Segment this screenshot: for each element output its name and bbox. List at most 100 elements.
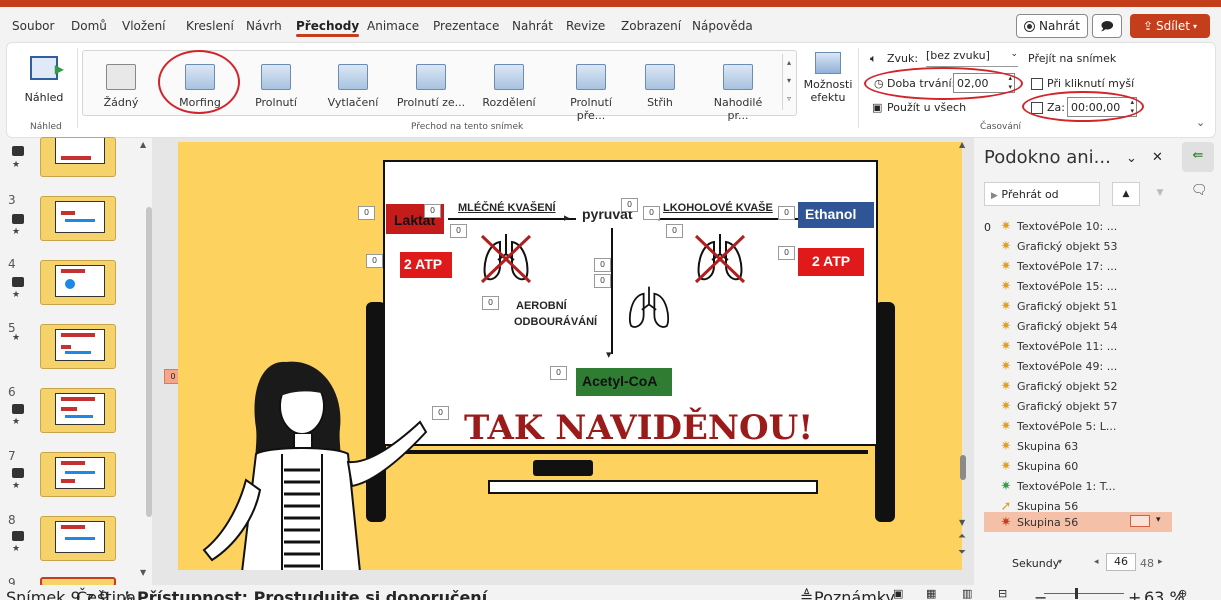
slide-canvas[interactable]: Laktát Ethanol MLÉČNÉ KVAŠENÍ pyruvát LK…: [178, 142, 962, 570]
zoom-slider-thumb[interactable]: [1075, 588, 1078, 599]
slide-thumbnail[interactable]: [40, 196, 116, 241]
tab-nahrat[interactable]: Nahrát: [512, 19, 553, 33]
record-button[interactable]: Nahrát: [1016, 14, 1088, 38]
slide-thumbnail[interactable]: [40, 388, 116, 433]
animation-item[interactable]: ✷ TextovéPole 5: L...: [999, 419, 1117, 434]
chevron-down-icon[interactable]: ▾: [1156, 515, 1161, 525]
chevron-down-icon[interactable]: ⌄: [1126, 151, 1137, 166]
animation-item[interactable]: ✷ TextovéPole 11: ...: [999, 339, 1118, 354]
animation-item[interactable]: ✷ Skupina 60: [999, 459, 1079, 474]
sound-select[interactable]: [bez zvuku] ⌄: [926, 49, 1018, 67]
animation-item[interactable]: ✷ TextovéPole 1: T...: [999, 479, 1116, 494]
timing-bar[interactable]: [1130, 515, 1150, 527]
aerobic-label-line2: ODBOURÁVÁNÍ: [514, 316, 598, 328]
accessibility-status[interactable]: Přístupnost: Prostudujte si doporučení: [137, 588, 487, 600]
transition-reveal[interactable]: Prolnutí pře...: [556, 56, 626, 122]
annotation-circle: [864, 67, 1023, 100]
tab-kresleni[interactable]: Kreslení: [186, 19, 234, 33]
arrow-down: [611, 228, 613, 354]
transition-wipe[interactable]: Prolnutí ze...: [396, 56, 466, 109]
slide-thumbnail[interactable]: [40, 324, 116, 369]
animation-item[interactable]: ✷ Grafický objekt 52: [999, 379, 1118, 394]
aerobic-label-line1: AEROBNÍ: [516, 300, 567, 312]
tab-soubor[interactable]: Soubor: [12, 19, 54, 33]
slide-thumbnail[interactable]: [40, 516, 116, 561]
chevron-down-icon: ▾: [1193, 21, 1198, 31]
animation-pane-toggle[interactable]: ⇚: [1182, 142, 1214, 172]
animation-item-label-selected: ✷ Skupina 56: [1000, 515, 1079, 530]
tab-domu[interactable]: Domů: [71, 19, 107, 33]
share-button[interactable]: ⇪ Sdílet ▾: [1130, 14, 1210, 38]
slide-sorter-icon[interactable]: ▦: [926, 587, 936, 600]
apply-all-button[interactable]: Použít u všech: [887, 101, 966, 114]
arrow-right: [658, 218, 798, 220]
normal-view-icon[interactable]: ▣: [893, 587, 903, 600]
transition-push[interactable]: Vytlačení: [318, 56, 388, 109]
reading-view-icon[interactable]: ▥: [962, 587, 972, 600]
transition-label: Žádný: [103, 96, 139, 109]
transition-fade[interactable]: Prolnutí: [241, 56, 311, 109]
slide-thumbnail[interactable]: [40, 137, 116, 177]
on-click-checkbox[interactable]: [1031, 78, 1043, 90]
comments-button[interactable]: 🗩: [1092, 14, 1122, 38]
comments-pane-icon[interactable]: 🗨: [1191, 183, 1208, 198]
tab-zobrazeni[interactable]: Zobrazení: [621, 19, 681, 33]
tab-prechody[interactable]: Přechody: [296, 19, 360, 37]
play-from-button[interactable]: ▶ Přehrát od: [984, 182, 1100, 206]
tab-navrh[interactable]: Návrh: [246, 19, 282, 33]
slide-scrollbar[interactable]: [960, 455, 966, 480]
animation-item[interactable]: ✷ TextovéPole 10: ...: [999, 219, 1118, 234]
slideshow-icon[interactable]: ⊟: [998, 587, 1007, 600]
record-label: Nahrát: [1039, 19, 1080, 33]
zoom-in-icon[interactable]: +: [1128, 588, 1141, 600]
animation-item[interactable]: ✷ Grafický objekt 51: [999, 299, 1118, 314]
zoom-out-icon[interactable]: −: [1034, 588, 1047, 600]
transition-split[interactable]: Rozdělení: [474, 56, 544, 109]
move-down-button[interactable]: ▼: [1146, 182, 1174, 206]
scroll-down-icon[interactable]: ▼: [959, 518, 965, 527]
close-icon[interactable]: ✕: [1152, 150, 1163, 165]
gallery-scroller[interactable]: ▴ ▾ ▿: [782, 54, 795, 110]
animation-item[interactable]: ✷ TextovéPole 17: ...: [999, 259, 1118, 274]
zoom-in-timeline-icon[interactable]: ▸: [1158, 557, 1163, 567]
collapse-ribbon-icon[interactable]: ⌄: [1196, 116, 1205, 129]
alcohol-fermentation-label: LKOHOLOVÉ KVAŠE: [663, 202, 773, 214]
comment-icon: [12, 277, 24, 287]
animation-item[interactable]: ✷ Skupina 63: [999, 439, 1079, 454]
move-up-button[interactable]: ▲: [1112, 182, 1140, 206]
star-icon: ✷: [1000, 219, 1012, 234]
next-slide-icon[interactable]: ⏷: [958, 547, 966, 558]
scroll-down-icon[interactable]: ▼: [140, 568, 146, 577]
star-icon: ✷: [1000, 279, 1012, 294]
on-click-label: Při kliknutí myší: [1047, 77, 1135, 90]
tab-animace[interactable]: Animace: [367, 19, 419, 33]
transition-none[interactable]: Žádný: [86, 56, 156, 109]
slide-thumbnail[interactable]: [40, 260, 116, 305]
slide-thumbnail[interactable]: [40, 452, 116, 497]
animation-item[interactable]: ✷ TextovéPole 49: ...: [999, 359, 1118, 374]
zoom-out-timeline-icon[interactable]: ◂: [1094, 557, 1099, 567]
tab-revize[interactable]: Revize: [566, 19, 605, 33]
transition-random-bars[interactable]: Nahodilé pr...: [703, 56, 773, 122]
seconds-dropdown[interactable]: Sekundy: [1012, 557, 1059, 570]
notes-button[interactable]: Poznámky: [814, 588, 895, 600]
tab-napoveda[interactable]: Nápověda: [692, 19, 753, 33]
tab-prezentace[interactable]: Prezentace: [433, 19, 499, 33]
comment-icon: [12, 214, 24, 224]
effect-options-button[interactable]: Možnosti efektu: [800, 52, 856, 116]
star-icon: ✷: [1000, 319, 1012, 334]
animation-item[interactable]: ✷ Grafický objekt 57: [999, 399, 1118, 414]
animation-item[interactable]: ✷ Grafický objekt 53: [999, 239, 1118, 254]
transition-cut[interactable]: Střih: [625, 56, 695, 109]
animation-tag: 0: [778, 246, 795, 260]
scroll-up-icon[interactable]: ▲: [959, 140, 965, 149]
tab-vlozeni[interactable]: Vložení: [122, 19, 166, 33]
previous-slide-icon[interactable]: ⏶: [958, 531, 966, 542]
fit-to-window-icon[interactable]: ⊕: [1178, 587, 1187, 600]
zoom-slider-track[interactable]: [1044, 593, 1124, 594]
animation-item[interactable]: ✷ TextovéPole 15: ...: [999, 279, 1118, 294]
slide-number: 7: [8, 449, 16, 463]
animation-item[interactable]: ✷ Grafický objekt 54: [999, 319, 1118, 334]
scroll-up-icon[interactable]: ▲: [140, 140, 146, 149]
preview-button[interactable]: ▶ Náhled: [16, 56, 72, 116]
